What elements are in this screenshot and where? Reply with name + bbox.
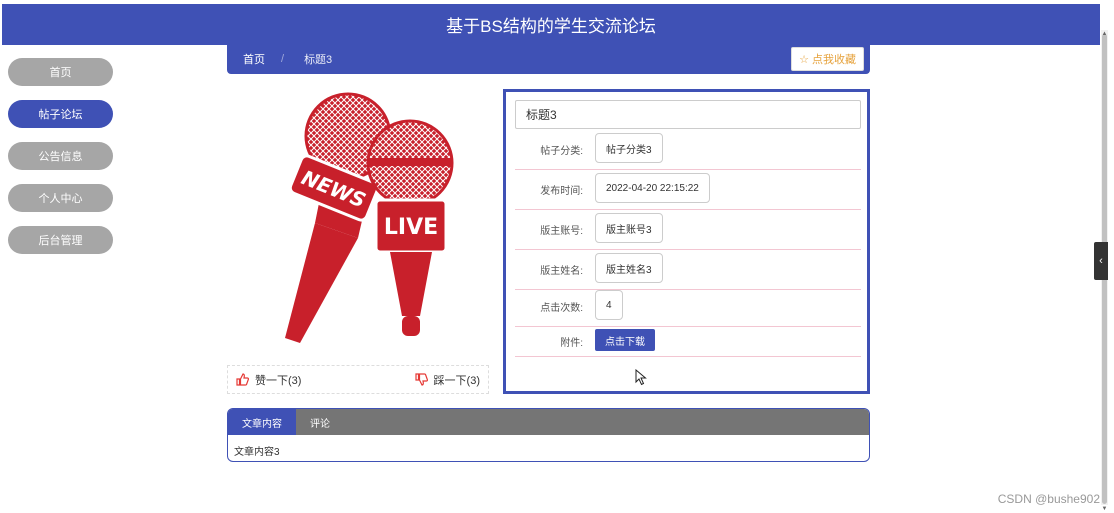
menu-item-admin[interactable]: 后台管理 [8,226,113,254]
like-label: 赞一下(3) [255,374,302,387]
content-tabs: 文章内容 评论 文章内容3 [227,408,870,462]
menu-item-label: 帖子论坛 [38,109,83,121]
field-value: 版主姓名3 [595,253,663,283]
field-row-attachment: 附件: 点击下载 [515,326,861,357]
breadcrumb: 首页 / 标题3 ☆ 点我收藏 [227,44,870,74]
chevron-left-icon: ‹ [1099,255,1103,267]
scroll-down-arrow[interactable]: ▼ [1101,505,1108,513]
dislike-button[interactable]: 踩一下(3) [414,372,480,388]
field-label: 点击次数: [540,302,583,314]
field-value: 4 [595,290,623,320]
post-title: 标题3 [515,100,861,129]
thumbs-up-icon [236,373,249,386]
post-info-panel: 标题3 帖子分类: 帖子分类3 发布时间: 2022-04-20 22:15:2… [503,89,870,394]
menu-item-label: 后台管理 [38,235,83,247]
app-title: 基于BS结构的学生交流论坛 [446,17,656,36]
thumbs-down-icon [414,373,428,386]
menu-item-notices[interactable]: 公告信息 [8,142,113,170]
app-header: 基于BS结构的学生交流论坛 [2,4,1100,45]
live-text: LIVE [384,215,438,240]
side-menu: 首页 帖子论坛 公告信息 个人中心 后台管理 [8,58,113,268]
scroll-up-arrow[interactable]: ▲ [1101,30,1108,38]
breadcrumb-current: 标题3 [304,54,333,66]
field-label: 附件: [560,337,583,349]
tab-article-content[interactable]: 文章内容 [228,409,296,435]
field-value: 版主账号3 [595,213,663,243]
tabs-header: 文章内容 评论 [228,409,869,435]
field-label: 帖子分类: [540,145,583,157]
menu-item-label: 首页 [49,67,72,79]
vote-bar: 赞一下(3) 踩一下(3) [227,365,489,394]
download-button[interactable]: 点击下载 [595,329,655,351]
favorite-label: 点我收藏 [812,54,856,66]
field-label: 版主姓名: [540,265,583,277]
field-label: 版主账号: [540,225,583,237]
breadcrumb-separator: / [281,53,285,65]
post-cover-image: NEWS LIVE [230,88,485,356]
field-row-click-count: 点击次数: 4 [515,286,861,327]
star-icon: ☆ [799,53,809,66]
live-microphone: LIVE [366,119,454,336]
favorite-button[interactable]: ☆ 点我收藏 [791,47,864,71]
field-value: 2022-04-20 22:15:22 [595,173,710,203]
side-collapse-tab[interactable]: ‹ [1094,242,1108,280]
menu-item-label: 个人中心 [38,193,83,205]
menu-item-label: 公告信息 [38,151,83,163]
microphones-illustration: NEWS LIVE [285,92,454,343]
field-row-moderator-account: 版主账号: 版主账号3 [515,209,861,250]
like-button[interactable]: 赞一下(3) [236,372,301,388]
dislike-label: 踩一下(3) [433,374,480,387]
menu-item-forum[interactable]: 帖子论坛 [8,100,113,128]
field-value: 帖子分类3 [595,133,663,163]
field-row-moderator-name: 版主姓名: 版主姓名3 [515,249,861,290]
field-label: 发布时间: [540,185,583,197]
field-row-category: 帖子分类: 帖子分类3 [515,129,861,170]
news-microphone: NEWS [285,92,392,343]
mouse-cursor-icon [635,369,647,386]
tab-comments[interactable]: 评论 [296,409,344,435]
field-row-publish-time: 发布时间: 2022-04-20 22:15:22 [515,169,861,210]
menu-item-home[interactable]: 首页 [8,58,113,86]
article-content: 文章内容3 [234,447,280,458]
watermark: CSDN @bushe902 [997,492,1100,506]
breadcrumb-home-link[interactable]: 首页 [243,51,265,67]
menu-item-profile[interactable]: 个人中心 [8,184,113,212]
